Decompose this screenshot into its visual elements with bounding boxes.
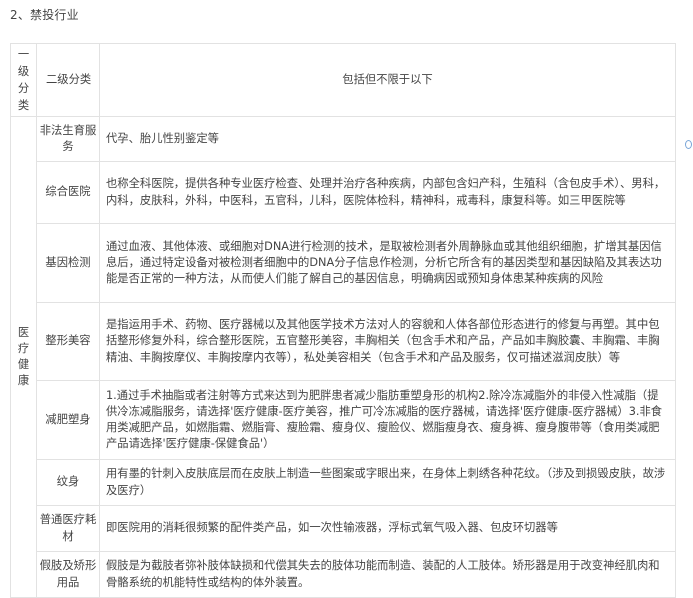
- section-title: 2、禁投行业: [10, 8, 79, 22]
- subcategory-cell: 减肥塑身: [36, 380, 100, 460]
- table-row: 医疗健康 非法生育服务 代孕、胎儿性别鉴定等: [10, 116, 676, 598]
- header-level2: 二级分类: [36, 43, 100, 117]
- prohibited-industries-table: 一级分类 二级分类 包括但不限于以下 医疗健康 非法生育服务 代孕、胎儿性别鉴定…: [10, 43, 676, 598]
- subcategory-cell: 基因检测: [36, 223, 100, 303]
- header-description: 包括但不限于以下: [99, 43, 676, 117]
- category-cell: 医疗健康: [10, 116, 37, 598]
- subcategory-cell: 假肢及矫形用品: [36, 551, 100, 598]
- table-row: 整形美容 是指运用手术、药物、医疗器械以及其他医学技术方法对人的容貌和人体各部位…: [11, 302, 676, 381]
- description-cell: 代孕、胎儿性别鉴定等: [99, 116, 676, 162]
- subcategory-cell: 整形美容: [36, 302, 100, 381]
- description-cell: 通过血液、其他体液、或细胞对DNA进行检测的技术，是取被检测者外周静脉血或其他组…: [99, 223, 676, 303]
- table-header-row: 一级分类 二级分类 包括但不限于以下: [10, 43, 676, 117]
- description-cell: 是指运用手术、药物、医疗器械以及其他医学技术方法对人的容貌和人体各部位形态进行的…: [99, 302, 676, 381]
- table-row: 基因检测 通过血液、其他体液、或细胞对DNA进行检测的技术，是取被检测者外周静脉…: [11, 223, 676, 303]
- anchor-link-icon[interactable]: [685, 140, 692, 149]
- description-cell: 假肢是为截肢者弥补肢体缺损和代偿其失去的肢体功能而制造、装配的人工肢体。矫形器是…: [99, 551, 676, 598]
- subcategory-cell: 非法生育服务: [36, 116, 100, 162]
- subcategory-cell: 纹身: [36, 459, 100, 506]
- description-cell: 1.通过手术抽脂或者注射等方式来达到为肥胖患者减少脂肪重塑身形的机构2.除冷冻减…: [99, 380, 676, 460]
- subcategory-cell: 普通医疗耗材: [36, 505, 100, 552]
- table-row: 综合医院 也称全科医院，提供各种专业医疗检查、处理并治疗各种疾病，内部包含妇产科…: [11, 161, 676, 224]
- table-row: 普通医疗耗材 即医院用的消耗很频繁的配件类产品，如一次性输液器，浮标式氧气吸入器…: [11, 505, 676, 552]
- header-level1: 一级分类: [10, 43, 37, 117]
- table-row: 纹身 用有墨的针刺入皮肤底层而在皮肤上制造一些图案或字眼出来，在身体上刺绣各种花…: [11, 459, 676, 506]
- subcategory-cell: 综合医院: [36, 161, 100, 224]
- description-cell: 用有墨的针刺入皮肤底层而在皮肤上制造一些图案或字眼出来，在身体上刺绣各种花纹。（…: [99, 459, 676, 506]
- description-cell: 即医院用的消耗很频繁的配件类产品，如一次性输液器，浮标式氧气吸入器、包皮环切器等: [99, 505, 676, 552]
- table-row: 减肥塑身 1.通过手术抽脂或者注射等方式来达到为肥胖患者减少脂肪重塑身形的机构2…: [11, 380, 676, 460]
- table-row: 假肢及矫形用品 假肢是为截肢者弥补肢体缺损和代偿其失去的肢体功能而制造、装配的人…: [11, 551, 676, 598]
- description-cell: 也称全科医院，提供各种专业医疗检查、处理并治疗各种疾病，内部包含妇产科，生殖科（…: [99, 161, 676, 224]
